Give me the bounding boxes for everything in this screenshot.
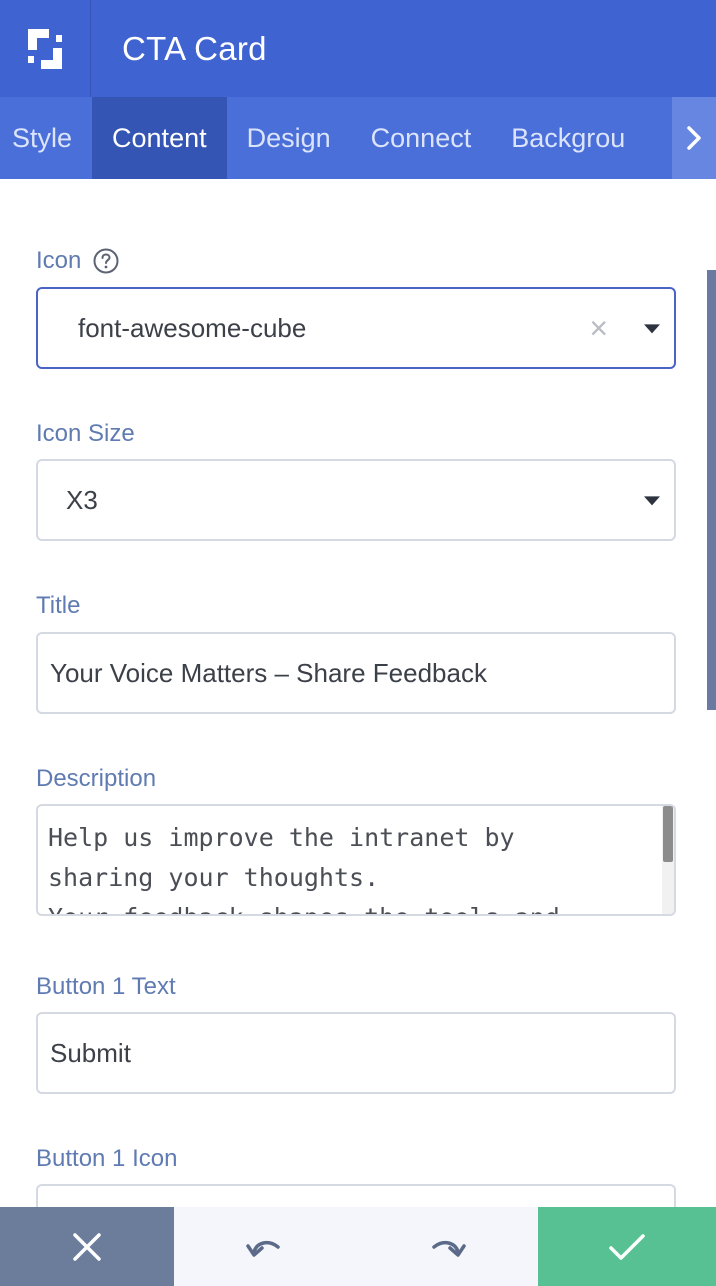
chevron-right-icon <box>687 126 701 150</box>
icon-size-value: X3 <box>66 484 98 515</box>
tab-bar: Style Content Design Connect Backgrou <box>0 97 716 179</box>
panel-title: CTA Card <box>122 29 267 67</box>
redo-button[interactable] <box>356 1207 538 1286</box>
redo-icon <box>432 1240 466 1257</box>
description-label: Description <box>36 765 157 792</box>
icon-select[interactable]: font-awesome-cube × <box>36 287 676 369</box>
button1-text-input[interactable]: Submit <box>36 1012 676 1094</box>
undo-button[interactable] <box>174 1207 356 1286</box>
action-bar <box>0 1207 716 1286</box>
clear-icon[interactable]: × <box>589 312 608 344</box>
chevron-down-icon <box>644 324 660 334</box>
icon-size-select[interactable]: X3 <box>36 459 676 541</box>
button1-icon-label: Button 1 Icon <box>36 1145 178 1172</box>
textarea-scrollbar[interactable] <box>662 806 674 914</box>
help-icon[interactable] <box>93 248 119 274</box>
save-button[interactable] <box>538 1207 716 1286</box>
title-input[interactable]: Your Voice Matters – Share Feedback <box>36 632 676 714</box>
button1-text-label: Button 1 Text <box>36 973 176 1000</box>
tab-design[interactable]: Design <box>227 97 351 179</box>
tabs-next-button[interactable] <box>672 97 716 179</box>
logo <box>0 0 91 97</box>
panel-scrollbar[interactable] <box>707 270 716 710</box>
cancel-button[interactable] <box>0 1207 174 1286</box>
tab-content[interactable]: Content <box>92 97 227 179</box>
icon-field-label: Icon <box>36 247 119 275</box>
close-icon <box>73 1232 101 1261</box>
cube-logo-icon <box>28 28 62 69</box>
undo-icon <box>246 1240 280 1257</box>
icon-size-label: Icon Size <box>36 420 135 447</box>
checkmark-icon <box>609 1233 645 1260</box>
title-label: Title <box>36 592 81 619</box>
description-text: Help us improve the intranet by sharing … <box>48 823 560 914</box>
button1-text-value: Submit <box>50 1037 131 1068</box>
description-textarea[interactable]: Help us improve the intranet by sharing … <box>36 804 676 916</box>
icon-label-text: Icon <box>36 247 82 274</box>
tab-background[interactable]: Backgrou <box>491 97 645 179</box>
tab-connect[interactable]: Connect <box>351 97 492 179</box>
icon-select-value: font-awesome-cube <box>78 312 307 343</box>
title-input-value: Your Voice Matters – Share Feedback <box>50 657 487 688</box>
tab-style[interactable]: Style <box>0 97 92 179</box>
panel-header: CTA Card <box>0 0 716 97</box>
chevron-down-icon <box>644 496 660 506</box>
